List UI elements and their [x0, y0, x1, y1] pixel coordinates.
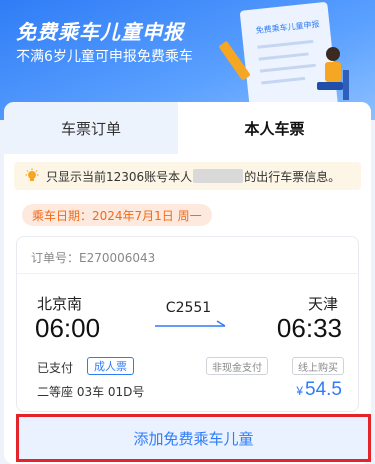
purchase-channel-badge: 线上购买: [292, 357, 344, 375]
lightbulb-icon: [25, 168, 39, 181]
notice-text-prefix: 只显示当前12306账号本人: [46, 169, 193, 184]
ticket-card[interactable]: 订单号：E270006043 北京南 天津 C2551 06:00 06:33 …: [16, 236, 359, 412]
departure-time: 06:00: [35, 313, 101, 343]
payment-status: 已支付: [37, 361, 74, 375]
notice-text-suffix: 的出行车票信息。: [244, 169, 341, 184]
banner-subtitle: 不满6岁儿童可申报免费乘车: [16, 49, 193, 65]
banner-title: 免费乘车儿童申报: [16, 20, 184, 44]
ticket-type-badge: 成人票: [87, 357, 134, 375]
arrow-right-icon: [155, 320, 226, 327]
order-number: 订单号：E270006043: [31, 251, 156, 265]
notice-bar: 只显示当前12306账号本人 的出行车票信息。: [14, 162, 361, 190]
tab-my-tickets[interactable]: 本人车票: [178, 102, 371, 154]
payment-method-badge: 非现金支付: [206, 357, 268, 375]
document-illustration-icon: 免费乘车儿童申报: [219, 2, 349, 118]
currency-symbol: ¥: [296, 384, 304, 398]
seat-info: 二等座 03车 01D号: [37, 385, 145, 399]
add-free-child-button[interactable]: 添加免费乘车儿童: [16, 414, 371, 462]
travel-date: 乘车日期：2024年7月1日 周一: [22, 204, 212, 226]
divider: [17, 273, 358, 274]
price-amount: 54.5: [305, 379, 342, 400]
ticket-price: ¥54.5: [296, 379, 342, 401]
redacted-name: [193, 169, 244, 183]
tab-bar: 车票订单 本人车票: [4, 102, 371, 154]
ticket-panel: 车票订单 本人车票 只显示当前12306账号本人 的出行车票信息。 乘车日期：20…: [4, 102, 371, 464]
arrival-time: 06:33: [276, 313, 342, 343]
tab-ticket-orders[interactable]: 车票订单: [4, 102, 178, 154]
